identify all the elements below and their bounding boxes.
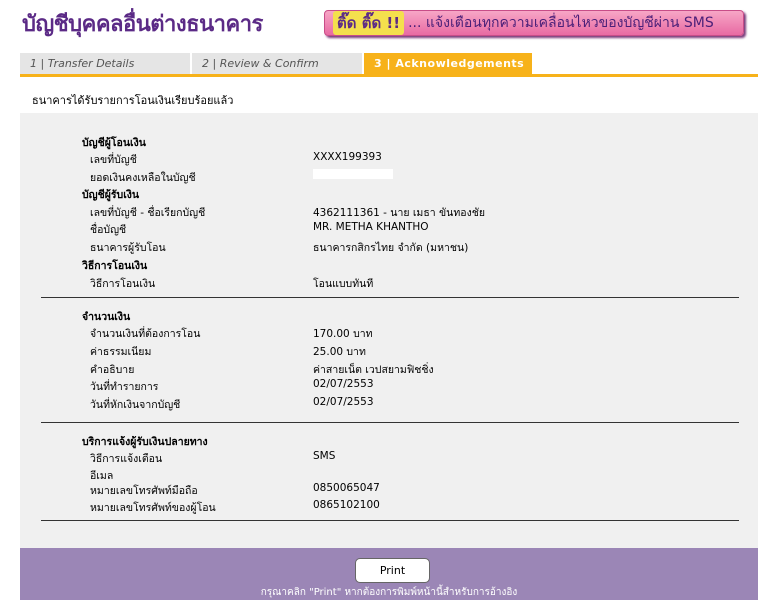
details-panel: บัญชีผู้โอนเงิน เลขที่บัญชี XXXX199393 ย… bbox=[20, 113, 758, 549]
step-tabs: 1 | Transfer Details 2 | Review & Confir… bbox=[20, 53, 758, 77]
notify-method: SMS bbox=[313, 450, 336, 462]
page-title: บัญชีบุคคลอื่นต่างธนาคาร bbox=[22, 12, 263, 37]
notify-method-label: วิธีการแจ้งเตือน bbox=[90, 453, 163, 465]
section-from-account: บัญชีผู้โอนเงิน bbox=[82, 137, 146, 149]
transaction-date: 02/07/2553 bbox=[313, 378, 374, 390]
fee-label: ค่าธรรมเนียม bbox=[90, 346, 152, 358]
from-account-no-label: เลขที่บัญชี bbox=[90, 154, 137, 166]
receiving-bank-label: ธนาคารผู้รับโอน bbox=[90, 242, 166, 254]
sender-phone: 0865102100 bbox=[313, 499, 380, 511]
banner-text: ... แจ้งเตือนทุกความเคลื่อนไหวของบัญชีผ่… bbox=[408, 15, 714, 31]
description-value: ค่าสายเน็ต เวปสยามฟิชชิ่ง bbox=[313, 364, 434, 376]
description-label: คำอธิบาย bbox=[90, 364, 135, 376]
banner-tick-text: ติ๊ด ติ๊ด !! bbox=[333, 11, 405, 35]
amount-label: จำนวนเงินที่ต้องการโอน bbox=[90, 328, 201, 340]
section-recipient-notification: บริการแจ้งผู้รับเงินปลายทาง bbox=[82, 436, 208, 448]
tab-acknowledgements: 3 | Acknowledgements bbox=[364, 53, 534, 74]
section-amount: จำนวนเงิน bbox=[82, 311, 131, 323]
sms-alert-banner[interactable]: ติ๊ด ติ๊ด !! ... แจ้งเตือนทุกความเคลื่อน… bbox=[324, 10, 744, 36]
sender-phone-label: หมายเลขโทรศัพท์ของผู้โอน bbox=[90, 502, 216, 514]
tab-review-confirm: 2 | Review & Confirm bbox=[192, 53, 364, 74]
divider bbox=[41, 520, 739, 521]
tab-transfer-details: 1 | Transfer Details bbox=[20, 53, 192, 74]
transaction-date-label: วันที่ทำรายการ bbox=[90, 381, 159, 393]
print-button[interactable]: Print bbox=[355, 558, 430, 583]
mobile-value: 0850065047 bbox=[313, 482, 380, 494]
account-name: MR. METHA KHANTHO bbox=[313, 221, 429, 233]
print-note: กรุณาคลิก "Print" หากต้องการพิมพ์หน้านี้… bbox=[260, 587, 518, 598]
from-account-no: XXXX199393 bbox=[313, 151, 382, 163]
debit-date-label: วันที่หักเงินจากบัญชี bbox=[90, 399, 181, 411]
to-account: 4362111361 - นาย เมธา ขันทองชัย bbox=[313, 207, 485, 219]
mobile-label: หมายเลขโทรศัพท์มือถือ bbox=[90, 485, 198, 497]
section-to-account: บัญชีผู้รับเงิน bbox=[82, 189, 140, 201]
balance-value-masked bbox=[313, 168, 393, 180]
receiving-bank: ธนาคารกสิกรไทย จำกัด (มหาชน) bbox=[313, 242, 469, 254]
fee-value: 25.00 บาท bbox=[313, 346, 366, 358]
transfer-method: โอนแบบทันที bbox=[313, 278, 374, 290]
transfer-method-label: วิธีการโอนเงิน bbox=[90, 278, 156, 290]
to-account-label: เลขที่บัญชี - ชื่อเรียกบัญชี bbox=[90, 207, 206, 219]
divider bbox=[41, 422, 739, 423]
account-name-label: ชื่อบัญชี bbox=[90, 224, 127, 236]
section-transfer-method: วิธีการโอนเงิน bbox=[82, 260, 148, 272]
confirmation-message: ธนาคารได้รับรายการโอนเงินเรียบร้อยแล้ว bbox=[32, 94, 234, 107]
divider bbox=[41, 297, 739, 298]
balance-label: ยอดเงินคงเหลือในบัญชี bbox=[90, 172, 196, 184]
amount-value: 170.00 บาท bbox=[313, 328, 373, 340]
footer-bar: Print กรุณาคลิก "Print" หากต้องการพิมพ์ห… bbox=[20, 548, 758, 600]
debit-date: 02/07/2553 bbox=[313, 396, 374, 408]
